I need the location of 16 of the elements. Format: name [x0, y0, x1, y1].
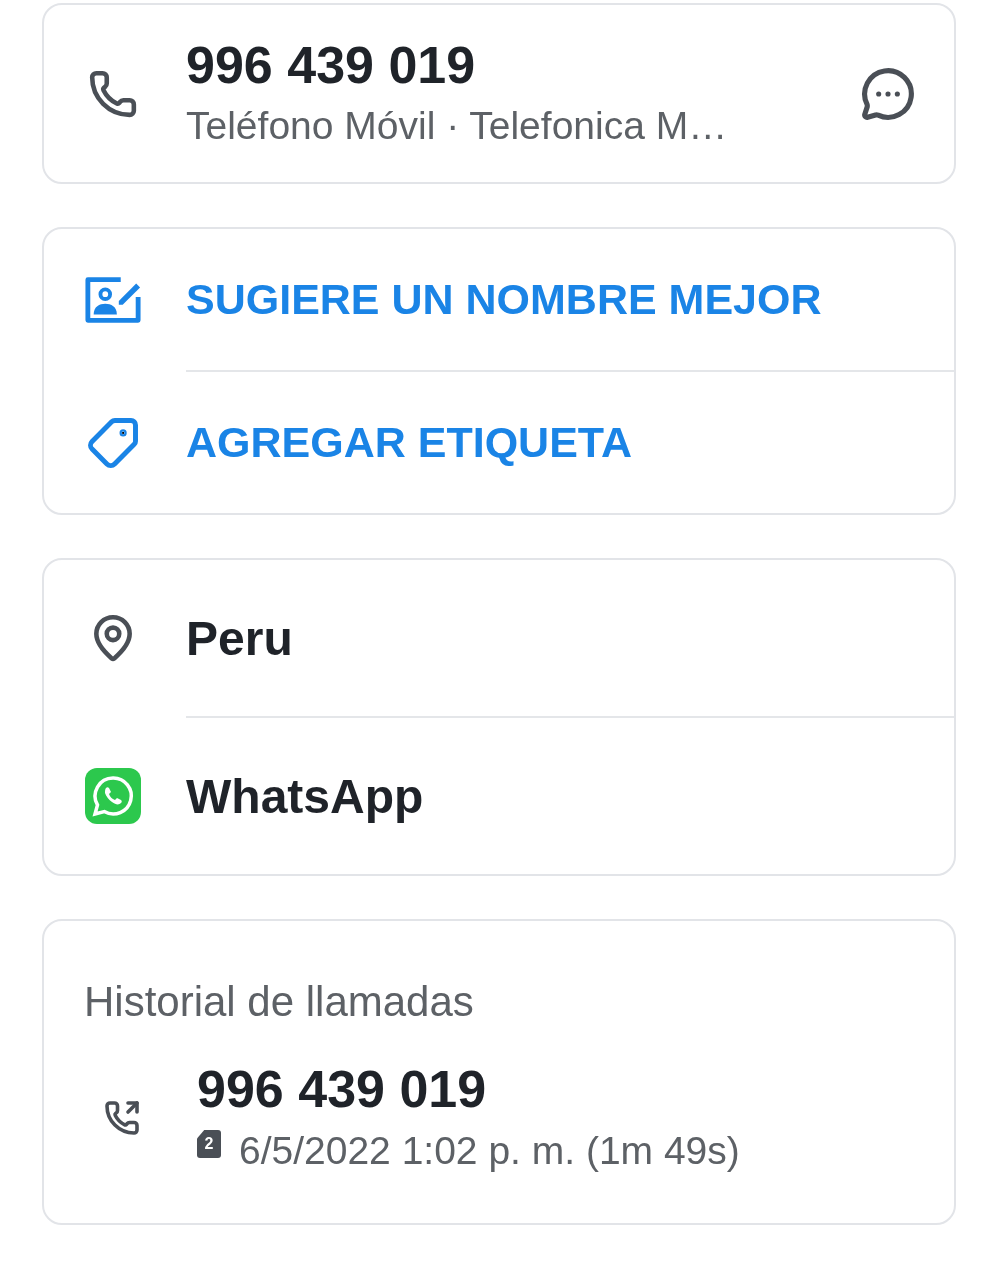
tag-icon — [86, 415, 140, 470]
phone-number: 996 439 019 — [186, 39, 477, 92]
outgoing-call-icon — [104, 1100, 140, 1136]
app-name[interactable]: WhatsApp — [186, 768, 424, 824]
section-title: Historial de llamadas — [83, 977, 475, 1023]
call-number: 996 439 019 — [197, 1063, 488, 1115]
message-icon[interactable] — [860, 65, 916, 122]
sim-badge: 2 — [197, 1130, 221, 1158]
action-link[interactable]: AGREGAR ETIQUETA — [186, 418, 632, 467]
phone-type: Teléfono Móvil · Telefonica M… — [186, 105, 729, 148]
contact-edit-icon — [84, 274, 142, 325]
chat-bubble-icon — [85, 768, 141, 824]
phone-icon[interactable] — [88, 68, 138, 119]
location-text: Peru — [186, 610, 293, 666]
call-details: 6/5/2022 1:02 p. m. (1m 49s) — [239, 1129, 740, 1173]
action-link[interactable]: SUGIERE UN NOMBRE MEJOR — [186, 275, 822, 324]
